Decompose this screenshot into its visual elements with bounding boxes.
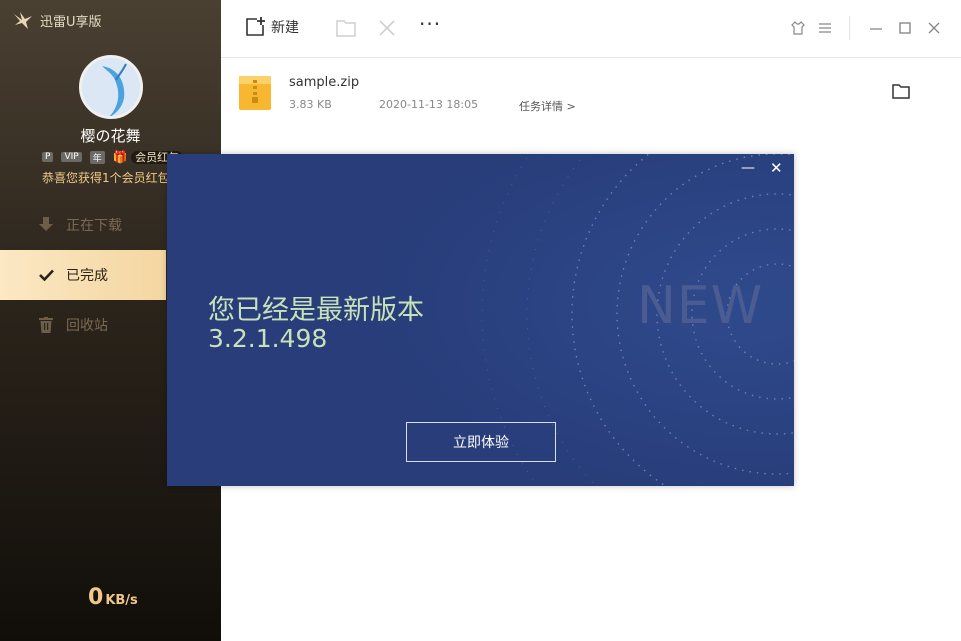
minimize-icon [870,28,882,30]
file-size: 3.83 KB [289,98,332,111]
folder-icon [336,20,356,37]
try-now-button[interactable]: 立即体验 [406,422,556,462]
nav-completed[interactable]: 已完成 [0,250,166,300]
skin-icon [791,21,805,35]
toolbar: 新建 ··· [221,0,961,58]
new-watermark: NEW [637,276,764,336]
dialog-version: 3.2.1.498 [208,324,328,353]
platinum-badge: P [42,152,54,162]
zip-file-icon [239,76,271,110]
more-icon: ··· [419,12,442,36]
delete-button[interactable] [378,19,396,41]
download-speed: 0 KB/s [88,585,138,610]
open-file-folder-button[interactable] [892,83,910,103]
avatar-image [82,58,140,116]
bird-logo-icon [14,12,32,29]
update-dialog: NEW — ✕ 您已经是最新版本 3.2.1.498 立即体验 [167,154,794,486]
annual-badge: 年 [89,150,105,164]
dialog-minimize-button[interactable]: — [741,160,755,176]
dialog-close-button[interactable]: ✕ [770,159,783,177]
try-now-label: 立即体验 [453,435,509,451]
close-button[interactable] [927,20,941,39]
user-badges: P VIP 年 🎁 会员红包 [42,149,184,165]
download-arrow-icon [38,217,54,233]
vip-badge: VIP [61,152,82,162]
minimize-button[interactable] [869,20,883,39]
menu-button[interactable] [818,20,832,39]
new-task-label: 新建 [271,20,299,36]
nav-trash-label: 回收站 [66,318,108,334]
check-icon [38,267,54,283]
file-date: 2020-11-13 18:05 [379,98,479,111]
nav-downloading-label: 正在下载 [66,218,122,234]
menu-icon [819,23,831,33]
file-row[interactable]: sample.zip 3.83 KB 2020-11-13 18:05 任务详情… [221,58,961,128]
dialog-title: 您已经是最新版本 [208,295,424,326]
toolbar-divider [849,16,850,40]
app-title-text: 迅雷U享版 [40,14,102,30]
new-task-icon [246,17,265,36]
app-title: 迅雷U享版 [12,10,102,30]
skin-button[interactable] [791,20,805,39]
maximize-button[interactable] [898,20,912,39]
open-folder-icon [892,84,910,99]
trash-icon [38,317,54,333]
more-button[interactable]: ··· [419,12,441,36]
speed-value: 0 [88,585,104,610]
open-folder-button[interactable] [336,19,356,41]
speed-unit: KB/s [105,593,138,608]
maximize-icon [899,22,911,34]
gift-icon: 🎁 [112,150,128,164]
new-task-button[interactable]: 新建 [245,17,299,37]
avatar[interactable] [79,55,143,119]
task-detail-link[interactable]: 任务详情 > [519,98,576,114]
delete-icon [379,20,395,36]
nav-completed-label: 已完成 [66,268,108,284]
close-icon [928,22,940,34]
congrats-message[interactable]: 恭喜您获得1个会员红包 [42,169,170,186]
username[interactable]: 樱の花舞 [0,125,221,146]
file-name[interactable]: sample.zip [289,75,359,90]
